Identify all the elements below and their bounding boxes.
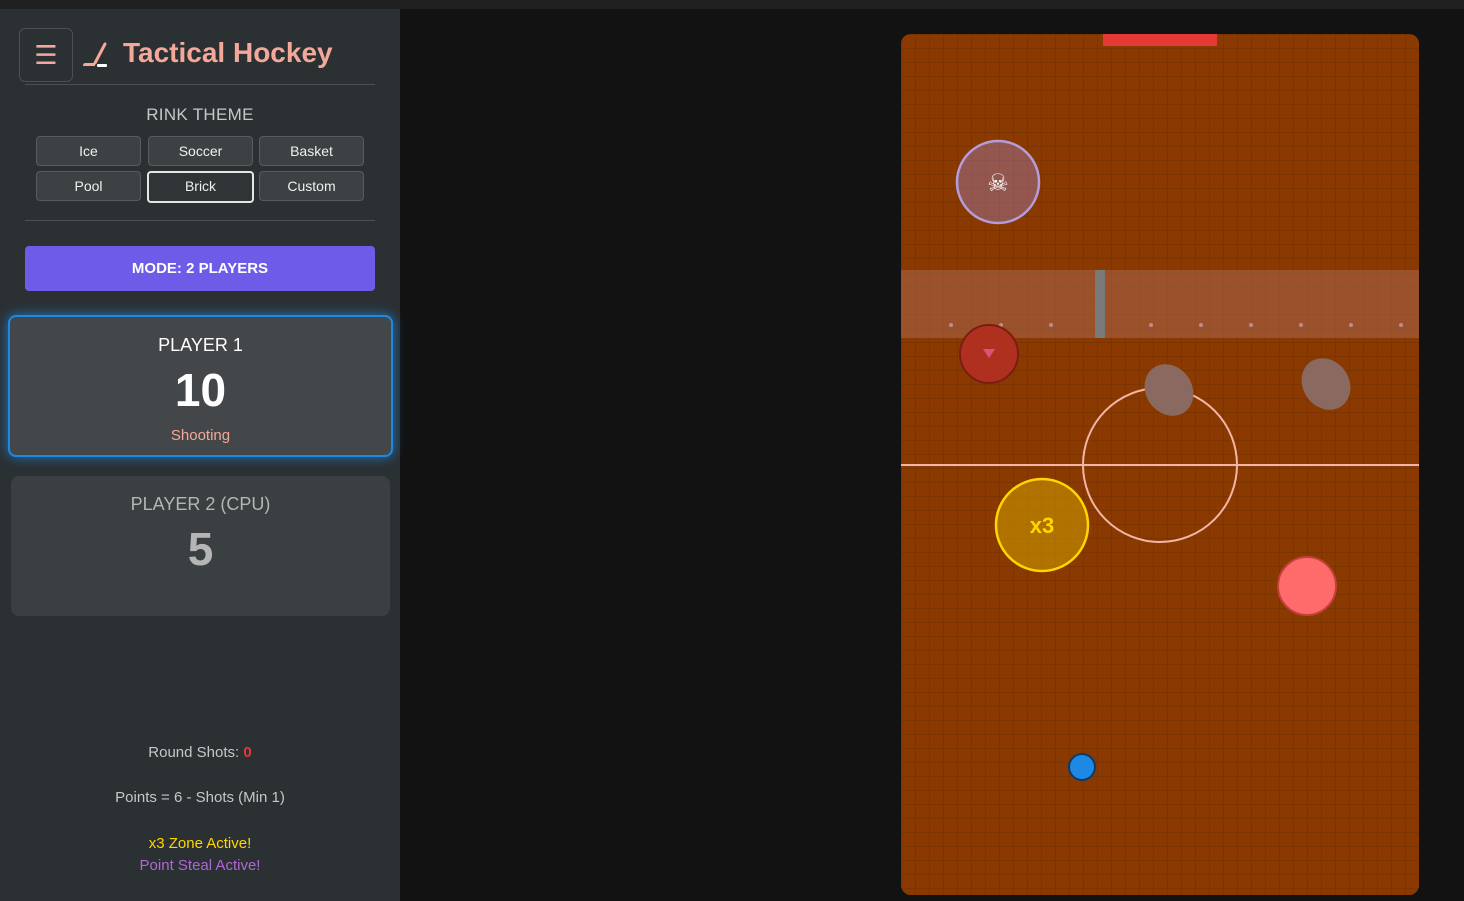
mode-button[interactable]: MODE: 2 PLAYERS — [25, 246, 375, 291]
player-1-status: Shooting — [170, 427, 231, 444]
sidebar: ☰ Tactical Hockey RINK THEME Ice Soccer … — [0, 9, 400, 901]
top-bar — [0, 0, 1464, 9]
zone-active-text: x3 Zone Active! — [148, 835, 252, 852]
theme-custom-button[interactable]: Custom — [259, 171, 364, 201]
round-shots-label: Round Shots: — [148, 744, 240, 761]
theme-pool-button[interactable]: Pool — [36, 171, 141, 201]
player-1-name: PLAYER 1 — [158, 335, 243, 355]
player-2-name: PLAYER 2 (CPU) — [130, 494, 271, 514]
theme-basket-button[interactable]: Basket — [259, 136, 364, 166]
theme-soccer-button[interactable]: Soccer — [148, 136, 253, 166]
hamburger-icon: ☰ — [34, 40, 58, 70]
point-steal-zone: ☠ — [955, 139, 1041, 225]
player-2-card: PLAYER 2 (CPU) 5 — [11, 476, 390, 616]
round-shots-value: 0 — [243, 744, 252, 761]
multiplier-label: x3 — [1030, 513, 1054, 538]
divider — [25, 220, 375, 221]
divider — [25, 84, 375, 85]
barrier-post — [1095, 270, 1105, 338]
target-puck — [1277, 556, 1337, 616]
hockey-stick-icon — [83, 42, 107, 67]
theme-ice-button[interactable]: Ice — [36, 136, 141, 166]
opponent-puck — [959, 324, 1019, 384]
rink-theme-label: RINK THEME — [146, 105, 254, 124]
rink-canvas[interactable]: ☠ x3 — [901, 34, 1419, 895]
points-rule: Points = 6 - Shots (Min 1) — [115, 789, 285, 806]
app-title: Tactical Hockey — [123, 37, 333, 68]
player-2-score: 5 — [187, 523, 214, 575]
rink[interactable]: ☠ x3 — [901, 34, 1419, 895]
menu-button[interactable]: ☰ — [19, 28, 73, 82]
multiplier-zone: x3 — [994, 477, 1090, 573]
steal-active-text: Point Steal Active! — [139, 857, 261, 874]
round-shots: Round Shots: 0 — [0, 744, 400, 761]
theme-brick-button[interactable]: Brick — [147, 171, 254, 203]
skull-crossbones-icon: ☠ — [987, 169, 1009, 197]
player-1-score: 10 — [174, 364, 227, 416]
player-puck[interactable] — [1068, 753, 1096, 781]
player-1-card: PLAYER 1 10 Shooting — [8, 315, 393, 457]
goal — [1103, 34, 1217, 46]
